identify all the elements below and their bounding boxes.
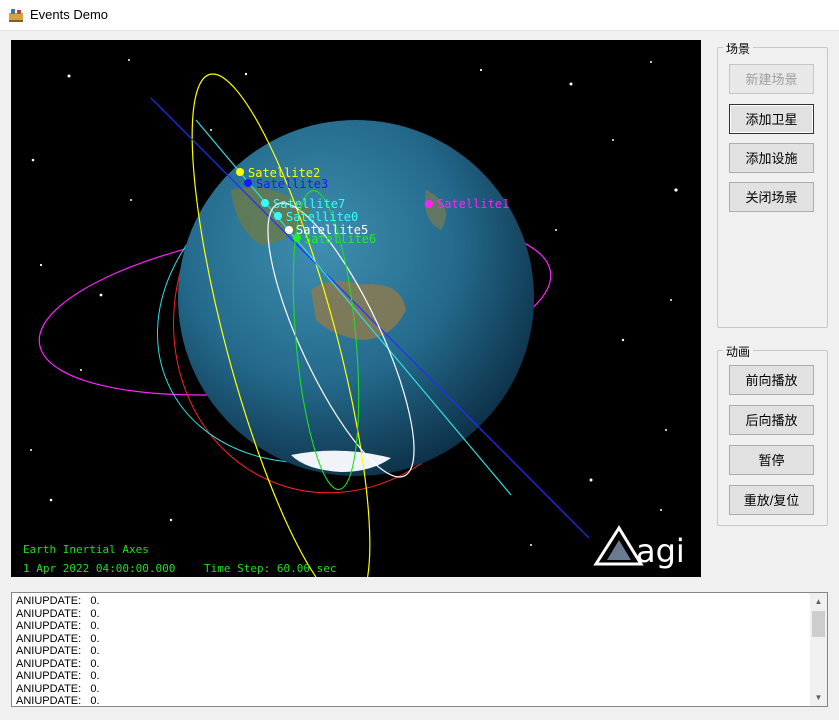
satellite-label-1: Satellite1 (437, 197, 509, 211)
satellite-label-3: Satellite3 (256, 177, 328, 191)
satellite-marker-2[interactable] (236, 168, 244, 176)
globe-scene: Satellite2 Satellite3 Satellite7 Satelli… (30, 59, 685, 577)
scene-group-label: 场景 (723, 40, 754, 57)
add-satellite-button[interactable]: 添加卫星 (729, 104, 814, 134)
datetime-readout: 1 Apr 2022 04:00:00.000 (23, 562, 176, 575)
play-forward-button[interactable]: 前向播放 (729, 365, 814, 395)
title-bar: Events Demo (0, 0, 839, 31)
time-step-readout: Time Step: 60.00 sec (204, 562, 337, 575)
pause-button[interactable]: 暂停 (729, 445, 814, 475)
axes-label: Earth Inertial Axes (23, 543, 149, 556)
satellite-marker-7[interactable] (261, 199, 269, 207)
event-log-textbox[interactable]: ANIUPDATE: 0. ANIUPDATE: 0. ANIUPDATE: 0… (11, 592, 828, 707)
scroll-down-arrow-icon[interactable]: ▼ (810, 689, 827, 706)
satellite-label-6: Satellite6 (304, 232, 376, 246)
new-scene-button[interactable]: 新建场景 (729, 64, 814, 94)
log-line: ANIUPDATE: 0. (16, 682, 100, 695)
log-line: ANIUPDATE: 0. (16, 657, 100, 670)
satellite-label-7: Satellite7 (273, 197, 345, 211)
log-line: ANIUPDATE: 0. (16, 620, 100, 632)
log-line: ANIUPDATE: 0. (16, 670, 100, 682)
3d-globe-viewer[interactable]: Satellite2 Satellite3 Satellite7 Satelli… (11, 40, 701, 577)
log-line: ANIUPDATE: 0. (16, 595, 100, 607)
agi-logo: agi (593, 525, 685, 570)
log-line: ANIUPDATE: 0. (16, 607, 100, 620)
log-scrollbar[interactable]: ▲ ▼ (810, 593, 827, 706)
satellite-marker-5[interactable] (285, 226, 293, 234)
close-scene-button[interactable]: 关闭场景 (729, 182, 814, 212)
add-facility-button[interactable]: 添加设施 (729, 143, 814, 173)
window-title: Events Demo (30, 7, 109, 22)
scroll-thumb[interactable] (812, 611, 825, 637)
satellite-marker-1[interactable] (425, 200, 433, 208)
log-line: ANIUPDATE: 0. (16, 695, 100, 707)
reset-button[interactable]: 重放/复位 (729, 485, 814, 515)
scroll-up-arrow-icon[interactable]: ▲ (810, 593, 827, 610)
log-line: ANIUPDATE: 0. (16, 645, 100, 657)
animation-group-label: 动画 (723, 343, 754, 360)
log-lines: ANIUPDATE: 0. ANIUPDATE: 0. ANIUPDATE: 0… (16, 595, 100, 707)
svg-text:agi: agi (636, 532, 685, 570)
satellite-label-0: Satellite0 (286, 210, 358, 224)
satellite-marker-3[interactable] (244, 179, 252, 187)
app-icon (9, 9, 23, 22)
log-line: ANIUPDATE: 0. (16, 632, 100, 645)
play-backward-button[interactable]: 后向播放 (729, 405, 814, 435)
satellite-marker-0[interactable] (274, 212, 282, 220)
